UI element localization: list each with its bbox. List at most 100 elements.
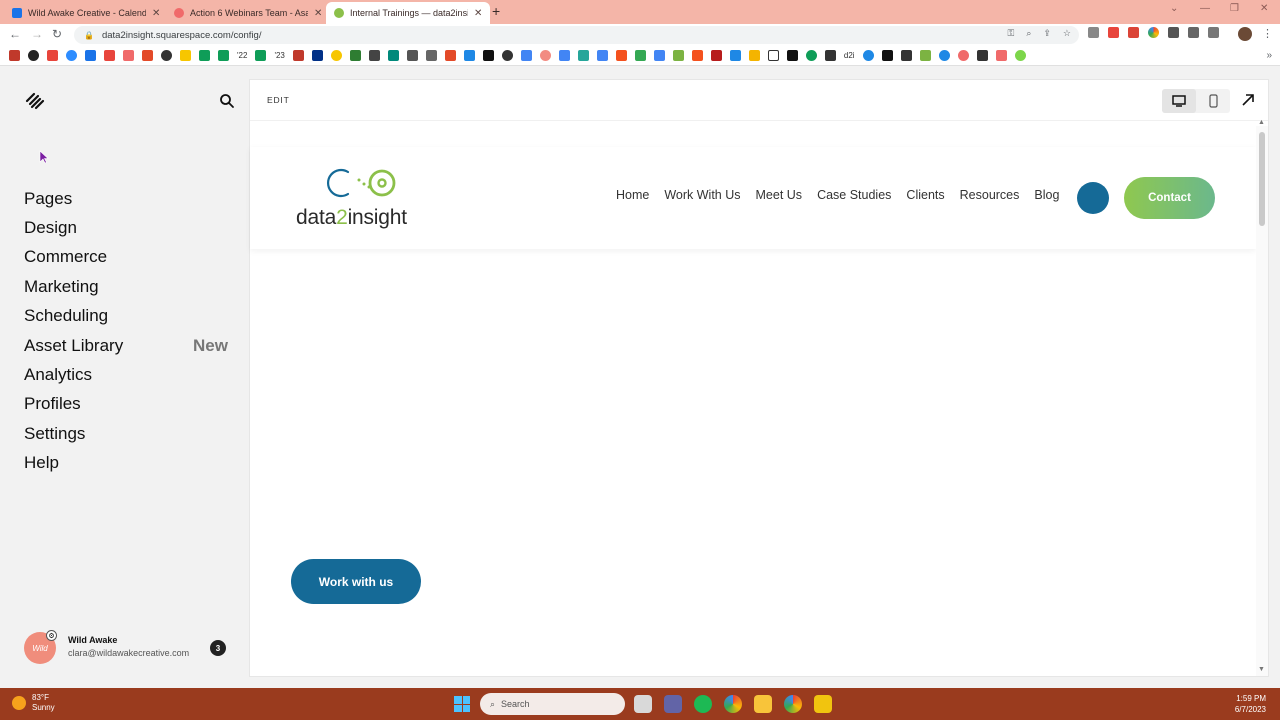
sheets-icon[interactable]: [218, 50, 229, 61]
url-bar[interactable]: 🔒 data2insight.squarespace.com/config/ ⚿…: [74, 26, 1079, 44]
extension-icon[interactable]: [1148, 27, 1159, 38]
weather-widget[interactable]: 83°F Sunny: [12, 693, 55, 713]
bookmark-icon[interactable]: [1014, 50, 1026, 61]
edit-button[interactable]: EDIT: [267, 95, 290, 105]
bookmark-icon[interactable]: [292, 50, 304, 61]
close-icon[interactable]: ✕: [314, 8, 322, 19]
bookmark-icon[interactable]: [767, 50, 779, 61]
scroll-up-icon[interactable]: ▲: [1258, 119, 1265, 126]
scroll-down-icon[interactable]: ▼: [1258, 666, 1265, 673]
site-nav-home[interactable]: Home: [616, 188, 649, 202]
chrome-icon[interactable]: [724, 695, 742, 713]
site-nav-case-studies[interactable]: Case Studies: [817, 188, 891, 202]
bookmark-icon[interactable]: [824, 50, 836, 61]
forward-arrow-icon[interactable]: →: [31, 27, 43, 41]
bookmark-icon[interactable]: [710, 50, 722, 61]
share-icon[interactable]: ⇪: [1043, 28, 1051, 39]
bookmark-icon[interactable]: [691, 50, 703, 61]
nav-item-help[interactable]: Help: [24, 449, 228, 478]
nav-item-profiles[interactable]: Profiles: [24, 390, 228, 419]
site-nav-resources[interactable]: Resources: [960, 188, 1020, 202]
more-icon[interactable]: ⋮: [1262, 27, 1273, 40]
teams-icon[interactable]: [664, 695, 682, 713]
asana-icon[interactable]: [123, 50, 134, 61]
sidepanel-icon[interactable]: [1208, 27, 1219, 38]
profile-avatar[interactable]: [1238, 27, 1252, 41]
bookmark-icon[interactable]: [161, 50, 172, 61]
chevron-down-icon[interactable]: ⌄: [1170, 3, 1178, 14]
desktop-view-button[interactable]: [1162, 89, 1196, 113]
site-nav-blog[interactable]: Blog: [1034, 188, 1059, 202]
bookmark-icon[interactable]: [425, 50, 437, 61]
close-icon[interactable]: ✕: [152, 8, 160, 19]
new-tab-button[interactable]: +: [492, 3, 500, 19]
work-with-us-button[interactable]: Work with us: [291, 559, 421, 604]
key-icon[interactable]: ⚿: [1007, 28, 1014, 39]
bookmark-icon[interactable]: [482, 50, 494, 61]
spotify-icon[interactable]: [694, 695, 712, 713]
tab-internal-trainings[interactable]: Internal Trainings — data2insight ✕: [326, 2, 491, 24]
bookmark-icon[interactable]: [28, 50, 39, 61]
bookmark-icon[interactable]: [539, 50, 551, 61]
bookmark-22[interactable]: '22: [237, 50, 247, 61]
bookmark-icon[interactable]: [368, 50, 380, 61]
bookmark-icon[interactable]: [786, 50, 798, 61]
taskbar-search[interactable]: ⌕ Search: [480, 693, 625, 715]
account-menu[interactable]: Wild ⚙ Wild Awake clara@wildawakecreativ…: [24, 630, 234, 666]
docs-icon[interactable]: [596, 50, 608, 61]
nav-item-pages[interactable]: Pages: [24, 184, 228, 213]
bookmark-icon[interactable]: [805, 50, 817, 61]
bookmark-icon[interactable]: [330, 50, 342, 61]
bookmark-icon[interactable]: [881, 50, 893, 61]
paypal-icon[interactable]: [311, 50, 323, 61]
extension-icon[interactable]: [1088, 27, 1099, 38]
bookmark-icon[interactable]: [919, 50, 931, 61]
task-view-icon[interactable]: [634, 695, 652, 713]
docs-icon[interactable]: [520, 50, 532, 61]
bookmark-d2i[interactable]: d2i: [844, 50, 855, 61]
extension-icon[interactable]: [1128, 27, 1139, 38]
zoom-icon[interactable]: ⌕: [1026, 28, 1031, 39]
bookmark-icon[interactable]: [976, 50, 988, 61]
back-arrow-icon[interactable]: ←: [9, 27, 21, 41]
bookmark-icon[interactable]: [142, 50, 153, 61]
bookmark-23[interactable]: '23: [274, 50, 284, 61]
site-nav-work-with-us[interactable]: Work With Us: [664, 188, 740, 202]
nav-item-design[interactable]: Design: [24, 213, 228, 242]
nav-item-commerce[interactable]: Commerce: [24, 243, 228, 272]
preview-scrollbar[interactable]: ▲ ▼: [1256, 119, 1268, 676]
bookmark-icon[interactable]: [862, 50, 874, 61]
gmail-icon[interactable]: [104, 50, 115, 61]
bookmark-icon[interactable]: [406, 50, 418, 61]
restore-icon[interactable]: ❐: [1230, 3, 1239, 14]
open-external-arrow-icon[interactable]: [1240, 92, 1256, 108]
tab-calendar[interactable]: Wild Awake Creative - Calendar - ✕: [4, 2, 168, 24]
contact-button[interactable]: Contact: [1124, 177, 1215, 219]
gmail-icon[interactable]: [47, 50, 58, 61]
nav-item-settings[interactable]: Settings: [24, 419, 228, 448]
grid-icon[interactable]: [1168, 27, 1179, 38]
calendar-icon[interactable]: [85, 50, 96, 61]
bookmark-icon[interactable]: [463, 50, 475, 61]
mobile-view-button[interactable]: [1196, 89, 1230, 113]
puzzle-icon[interactable]: [1188, 27, 1199, 38]
more-bookmarks-icon[interactable]: »: [1266, 50, 1272, 61]
squarespace-logo-icon[interactable]: [24, 92, 46, 110]
bookmark-icon[interactable]: [9, 50, 20, 61]
window-close-icon[interactable]: ✕: [1260, 3, 1268, 14]
close-icon[interactable]: ✕: [474, 8, 482, 19]
chrome-icon[interactable]: [784, 695, 802, 713]
site-logo[interactable]: data2insight: [296, 166, 436, 232]
docs-icon[interactable]: [653, 50, 665, 61]
nav-item-scheduling[interactable]: Scheduling: [24, 302, 228, 331]
bookmark-icon[interactable]: [672, 50, 684, 61]
social-icon-circle[interactable]: [1077, 182, 1109, 214]
clock[interactable]: 1:59 PM 6/7/2023: [1224, 693, 1266, 715]
extension-icon[interactable]: [1108, 27, 1119, 38]
nav-item-marketing[interactable]: Marketing: [24, 272, 228, 301]
bookmark-icon[interactable]: [634, 50, 646, 61]
app-icon[interactable]: [814, 695, 832, 713]
bookmark-icon[interactable]: [938, 50, 950, 61]
nav-item-asset-library[interactable]: Asset Library New: [24, 331, 228, 360]
bookmark-icon[interactable]: [180, 50, 191, 61]
